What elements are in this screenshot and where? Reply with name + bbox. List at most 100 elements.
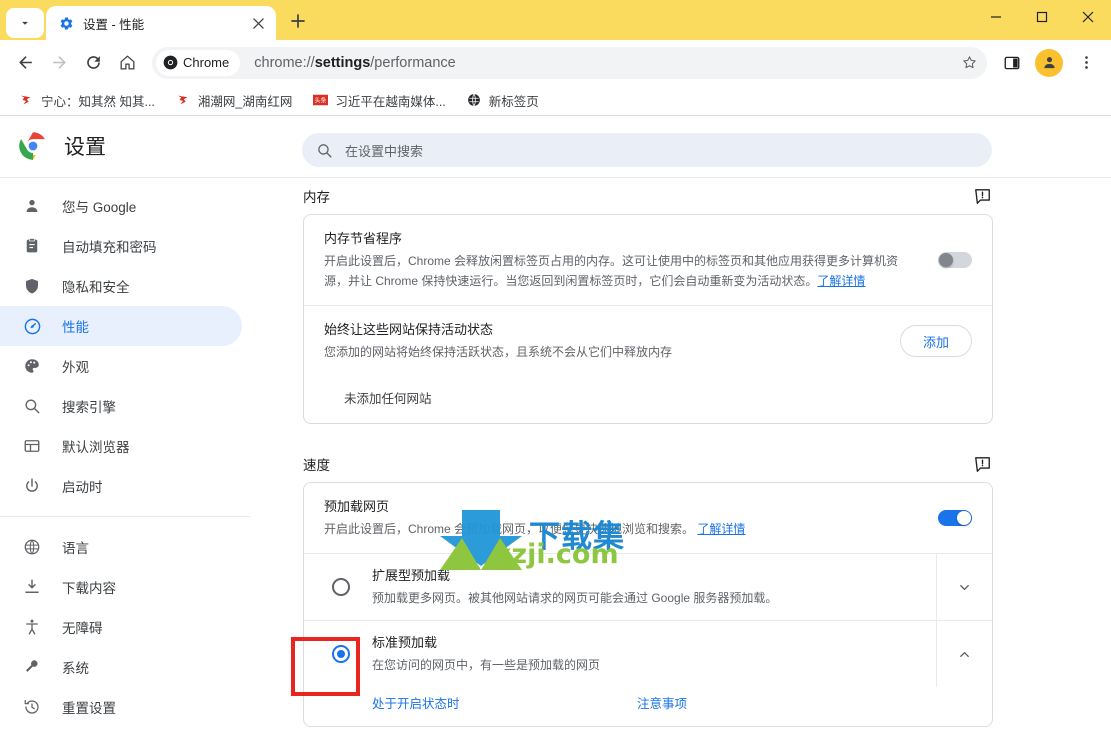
svg-text:头条: 头条 (314, 96, 326, 104)
url-prefix: chrome:// (254, 54, 315, 71)
extended-preload-expand-button[interactable] (936, 554, 992, 620)
shield-icon (22, 276, 42, 296)
feedback-icon[interactable] (971, 185, 993, 207)
sidebar-item-label: 外观 (62, 360, 89, 375)
chevron-down-icon (22, 21, 28, 25)
standard-preload-radio[interactable] (332, 645, 350, 663)
toutiao-favicon-icon: 头条 (312, 92, 328, 108)
standard-preload-option-row[interactable]: 标准预加载 在您访问的网页中，有一些是预加载的网页 处于开启状态时 注意事项 (304, 620, 992, 726)
memory-saver-toggle[interactable] (938, 252, 972, 268)
extended-preload-option-row[interactable]: 扩展型预加载 预加载更多网页。被其他网站请求的网页可能会通过 Google 服务… (304, 553, 992, 620)
extended-preload-title: 扩展型预加载 (372, 568, 451, 583)
tab-strip: 设置 - 性能 (0, 0, 1111, 40)
tab-search-button[interactable] (6, 8, 44, 38)
back-arrow-icon (18, 56, 32, 69)
extended-preload-description: 预加载更多网页。被其他网站请求的网页可能会通过 Google 服务器预加载。 (372, 591, 778, 605)
memory-section-header: 内存 (303, 178, 993, 214)
globe-dark-icon (466, 92, 482, 108)
sidebar-item-accessibility[interactable]: 无障碍 (0, 607, 242, 647)
home-button[interactable] (110, 46, 144, 80)
settings-search-box[interactable]: 在设置中搜索 (302, 133, 992, 167)
bookmark-item[interactable]: 新标签页 (458, 87, 547, 114)
url-bold-segment: settings (314, 54, 371, 71)
person-icon (22, 196, 42, 216)
when-on-link[interactable]: 处于开启状态时 (372, 693, 637, 712)
chrome-chip-label: Chrome (183, 55, 230, 70)
close-icon (1082, 11, 1094, 23)
bookmark-label: 新标签页 (488, 94, 539, 109)
memory-saver-learn-more-link[interactable]: 了解详情 (817, 274, 865, 288)
memory-section-title: 内存 (303, 190, 330, 205)
side-panel-icon (1004, 56, 1020, 69)
speedometer-icon (22, 316, 42, 336)
standard-preload-collapse-button[interactable] (936, 621, 992, 687)
preload-text: 预加载网页 开启此设置后，Chrome 会预加载网页，以便您更快速地浏览和搜索。… (324, 497, 920, 539)
memory-saver-description: 开启此设置后，Chrome 会释放闲置标签页占用的内存。这可让使用中的标签页和其… (324, 251, 920, 291)
search-icon (22, 396, 42, 416)
back-button[interactable] (8, 46, 42, 80)
standard-preload-description: 在您访问的网页中，有一些是预加载的网页 (372, 658, 601, 672)
sidebar-item-default-browser[interactable]: 默认浏览器 (0, 426, 242, 466)
bookmark-star-button[interactable] (953, 47, 985, 79)
keep-active-empty-state: 未添加任何网站 (344, 392, 432, 406)
add-site-button[interactable]: 添加 (899, 325, 972, 357)
sidebar-item-label: 下载内容 (62, 581, 116, 596)
sidebar-item-languages[interactable]: 语言 (0, 527, 242, 567)
keep-active-row: 始终让这些网站保持活动状态 您添加的网站将始终保持活跃状态，且系统不会从它们中释… (304, 305, 992, 376)
chrome-icon (163, 55, 178, 70)
settings-sidebar: 您与 Google 自动填充和密码 隐私和安全 性能 外观 搜索引擎 默认浏览器… (0, 177, 250, 732)
profile-avatar-button[interactable] (1035, 48, 1063, 77)
speed-card: 预加载网页 开启此设置后，Chrome 会预加载网页，以便您更快速地浏览和搜索。… (303, 482, 993, 727)
browser-menu-button[interactable] (1069, 46, 1103, 80)
bookmark-item[interactable]: 宁心：知其然 知其... (10, 87, 163, 114)
sidebar-item-performance[interactable]: 性能 (0, 306, 242, 346)
avatar-icon (1043, 57, 1055, 69)
reload-button[interactable] (76, 46, 110, 80)
sidebar-item-on-startup[interactable]: 启动时 (0, 466, 242, 506)
clipboard-icon (22, 236, 42, 256)
forward-button[interactable] (42, 46, 76, 80)
extended-preload-radio[interactable] (332, 578, 350, 596)
sidebar-item-downloads[interactable]: 下载内容 (0, 567, 242, 607)
settings-search-placeholder: 在设置中搜索 (345, 143, 424, 159)
maximize-button[interactable] (1019, 0, 1065, 34)
maximize-icon (1036, 11, 1048, 23)
address-bar[interactable]: Chrome chrome://settings/performance (152, 46, 987, 79)
speed-section-header: 速度 (303, 446, 993, 482)
chevron-down-icon (960, 584, 969, 590)
close-window-button[interactable] (1065, 0, 1111, 34)
globe-icon (22, 537, 42, 557)
sidebar-item-privacy[interactable]: 隐私和安全 (0, 266, 242, 306)
sidebar-item-you-and-google[interactable]: 您与 Google (0, 186, 242, 226)
bookmark-item[interactable]: 湘潮网_湖南红网 (167, 87, 300, 114)
chrome-origin-chip[interactable]: Chrome (156, 49, 241, 76)
site-favicon-red-icon (18, 92, 34, 108)
forward-arrow-icon (52, 56, 66, 69)
sidebar-item-appearance[interactable]: 外观 (0, 346, 242, 386)
feedback-icon[interactable] (971, 453, 993, 475)
minimize-button[interactable] (973, 0, 1019, 34)
standard-preload-sub-links: 处于开启状态时 注意事项 (304, 687, 992, 726)
plus-icon (291, 14, 305, 28)
preload-learn-more-link[interactable]: 了解详情 (697, 522, 745, 536)
preload-toggle[interactable] (938, 510, 972, 526)
new-tab-button[interactable] (282, 5, 314, 37)
bookmarks-bar: 宁心：知其然 知其... 湘潮网_湖南红网 头条 习近平在越南媒体... 新标签… (0, 85, 1111, 116)
sidebar-item-label: 系统 (62, 661, 89, 676)
sidebar-item-system[interactable]: 系统 (0, 647, 242, 687)
sidebar-item-autofill[interactable]: 自动填充和密码 (0, 226, 242, 266)
extended-preload-text: 扩展型预加载 预加载更多网页。被其他网站请求的网页可能会通过 Google 服务… (372, 566, 936, 608)
sidebar-item-label: 无障碍 (62, 621, 103, 636)
side-panel-button[interactable] (995, 46, 1029, 80)
preload-description: 开启此设置后，Chrome 会预加载网页，以便您更快速地浏览和搜索。 了解详情 (324, 519, 920, 539)
tab-close-button[interactable] (248, 13, 268, 33)
things-to-consider-link[interactable]: 注意事项 (637, 693, 687, 712)
speed-section-title: 速度 (303, 458, 330, 473)
sidebar-item-reset-settings[interactable]: 重置设置 (0, 687, 242, 727)
chevron-up-icon (960, 651, 969, 657)
sidebar-item-search-engine[interactable]: 搜索引擎 (0, 386, 242, 426)
bookmark-item[interactable]: 头条 习近平在越南媒体... (304, 87, 453, 114)
browser-tab[interactable]: 设置 - 性能 (46, 6, 276, 40)
keep-active-description: 您添加的网站将始终保持活跃状态，且系统不会从它们中释放内存 (324, 345, 673, 359)
power-icon (22, 476, 42, 496)
